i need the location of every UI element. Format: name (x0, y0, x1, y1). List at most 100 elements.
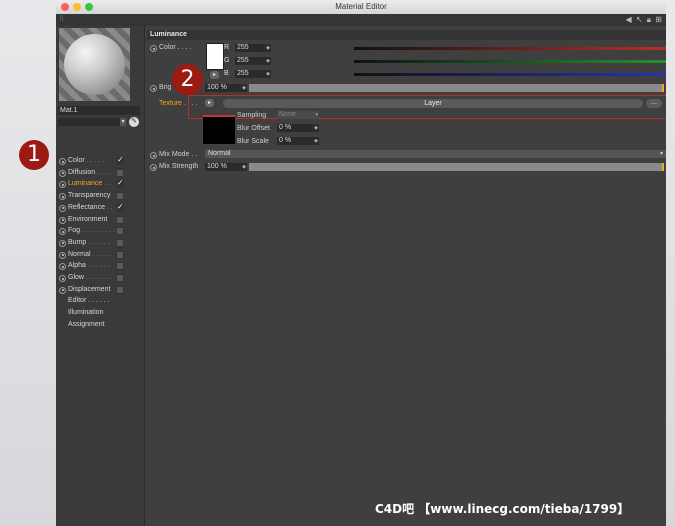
watermark: C4D吧 【www.linecg.com/tieba/1799】 (375, 502, 630, 516)
step-marker-2: 2 (172, 64, 203, 95)
channel-checkbox[interactable] (116, 238, 124, 247)
attributes-panel: Luminance Color . . . . R 255 ◆ G 255 ◆ B … (146, 26, 666, 526)
blur-offset-label: Blur Offset (237, 125, 270, 132)
channel-checkbox[interactable] (116, 168, 124, 177)
grip-icon[interactable]: ⠿ (59, 16, 66, 23)
channel-item-diffusion[interactable]: Diffusion . . . . (56, 168, 144, 179)
animate-icon[interactable] (150, 164, 157, 171)
channel-label: Luminance . . (68, 180, 111, 188)
mix-strength-row: Mix Strength 100 % ◆ (146, 162, 666, 173)
sampling-label: Sampling (237, 112, 267, 119)
channel-label: Reflectance . . (68, 203, 113, 211)
channel-checkbox[interactable] (116, 262, 124, 271)
material-preview[interactable] (59, 28, 130, 101)
blue-input[interactable]: 255 ◆ (235, 70, 271, 78)
channel-label: Bump . . . . . . (68, 238, 110, 246)
channel-item-alpha[interactable]: Alpha . . . . . . (56, 261, 144, 272)
brightness-input[interactable]: 100 % ◆ (205, 84, 247, 92)
channel-item-reflectance[interactable]: Reflectance . . (56, 202, 144, 214)
channel-item-environment[interactable]: Environment (56, 215, 144, 226)
channel-dots: . . . . . . (87, 262, 110, 270)
material-name-field[interactable]: Mat.1 (58, 106, 140, 115)
blue-slider[interactable] (354, 73, 666, 76)
animate-icon[interactable] (59, 275, 66, 282)
channel-label: Fog . . . . . . . . . (68, 227, 116, 235)
color-swatch[interactable] (206, 43, 224, 70)
animate-icon[interactable] (59, 169, 66, 177)
channel-checkbox[interactable] (116, 178, 124, 189)
sidebar-item-label: Illumination (68, 309, 104, 317)
channel-checkbox[interactable] (116, 215, 124, 224)
animate-icon[interactable] (59, 158, 66, 165)
animate-icon[interactable] (59, 251, 66, 259)
animate-icon[interactable] (150, 45, 157, 52)
channel-item-fog[interactable]: Fog . . . . . . . . . (56, 226, 144, 237)
blue-value: 255 (237, 70, 249, 77)
sidebar-item[interactable]: Editor . . . . . . (56, 296, 144, 307)
animate-icon[interactable] (59, 263, 66, 271)
channel-item-transparency[interactable]: Transparency (56, 191, 144, 202)
red-input[interactable]: 255 ◆ (235, 44, 271, 52)
animate-icon[interactable] (59, 204, 66, 212)
channel-item-luminance[interactable]: Luminance . . (56, 178, 144, 190)
channel-dots: . . . . . . (88, 238, 110, 246)
mix-strength-slider[interactable] (249, 163, 664, 171)
animate-icon[interactable] (59, 193, 66, 201)
channel-checkbox[interactable] (116, 227, 124, 236)
blur-offset-value: 0 % (279, 124, 292, 131)
animate-icon[interactable] (150, 152, 157, 159)
window-title: Material Editor (335, 2, 387, 11)
animate-icon[interactable] (59, 239, 66, 247)
channel-label: Transparency (68, 192, 111, 200)
channel-checkbox[interactable] (116, 274, 124, 282)
channel-dots: . . . . . (92, 250, 111, 258)
channel-item-normal[interactable]: Normal . . . . . (56, 250, 144, 261)
channel-checkbox[interactable] (116, 202, 124, 212)
channel-item-bump[interactable]: Bump . . . . . . (56, 238, 144, 249)
red-slider[interactable] (354, 47, 666, 50)
blur-scale-value: 0 % (279, 137, 292, 144)
sampling-dropdown[interactable]: None ▾ (277, 111, 319, 119)
channel-item-glow[interactable]: Glow . . . . . . . (56, 273, 144, 284)
sidebar-item[interactable]: Illumination (56, 308, 144, 319)
mix-strength-input[interactable]: 100 % ◆ (205, 163, 247, 171)
blur-scale-input[interactable]: 0 % ◆ (277, 137, 319, 145)
blur-offset-input[interactable]: 0 % ◆ (277, 124, 319, 132)
blur-scale-label: Blur Scale (237, 138, 269, 145)
section-heading: Luminance (147, 30, 666, 40)
animate-icon[interactable] (150, 85, 157, 92)
sidebar-item[interactable]: Assignment (56, 320, 144, 331)
mix-mode-value: Normal (208, 150, 231, 157)
red-label: R (224, 44, 230, 51)
texture-preview[interactable] (203, 115, 235, 144)
mix-mode-dropdown[interactable]: Normal ▾ (205, 150, 666, 158)
pick-icon[interactable]: ✎ (129, 117, 139, 127)
channel-checkbox[interactable] (116, 285, 124, 294)
lock-icon[interactable]: 🔒︎ (647, 15, 652, 24)
channel-item-color[interactable]: Color . . . . . . (56, 155, 144, 167)
color-mode-button[interactable]: ▸ (210, 71, 219, 79)
channel-checkbox[interactable] (116, 250, 124, 259)
green-slider[interactable] (354, 60, 666, 63)
brightness-slider[interactable] (249, 84, 664, 92)
mix-strength-value: 100 % (207, 163, 227, 170)
expand-icon[interactable]: ⊞ (655, 15, 663, 24)
material-editor-window: Material Editor ⠿ ◀ ↖ 🔒︎ ⊞ Mat.1 ▾ ✎ Col… (56, 0, 666, 526)
animate-icon[interactable] (59, 181, 66, 189)
animate-icon[interactable] (59, 228, 66, 236)
channel-dots: . . . . . . . . . (82, 227, 116, 235)
channel-label: Glow . . . . . . . (68, 274, 112, 281)
animate-icon[interactable] (59, 286, 66, 294)
mix-mode-label: Mix Mode . . (159, 151, 198, 158)
animate-icon[interactable] (59, 216, 66, 224)
channel-filter-dropdown[interactable]: ▾ (58, 118, 126, 126)
red-channel-row: R 255 ◆ (224, 43, 666, 53)
cursor-icon[interactable]: ↖ (636, 15, 644, 24)
channel-checkbox[interactable] (116, 155, 124, 165)
preview-sphere (64, 34, 125, 95)
channel-item-displacement[interactable]: Displacement (56, 285, 144, 296)
green-input[interactable]: 255 ◆ (235, 57, 271, 65)
back-arrow-icon[interactable]: ◀ (625, 15, 632, 24)
sidebar-item-label: Editor . . . . . . (68, 297, 110, 305)
channel-checkbox[interactable] (116, 192, 124, 201)
